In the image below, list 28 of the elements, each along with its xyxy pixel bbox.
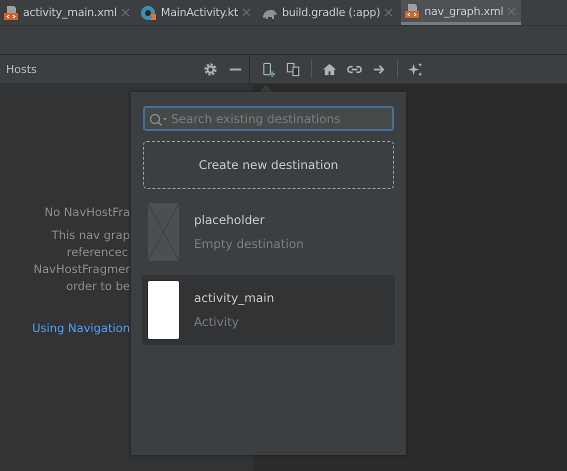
destination-type: Empty destination xyxy=(194,237,304,251)
editor-tab[interactable]: MainActivity.kt xyxy=(138,0,256,25)
empty-message: NavHostFragmer xyxy=(34,261,130,278)
sparkle-icon[interactable] xyxy=(408,62,423,76)
editor-tab[interactable]: activity_main.xml xyxy=(0,0,135,25)
destination-name: placeholder xyxy=(194,213,266,227)
destination-item[interactable]: activity_main Activity xyxy=(142,275,395,345)
empty-message: order to be xyxy=(66,278,130,295)
editor-tab[interactable]: nav_graph.xml xyxy=(401,0,522,25)
editor-tab[interactable]: build.gradle (:app) xyxy=(258,0,398,25)
copy-icon[interactable] xyxy=(286,62,301,76)
empty-message: This nav grap xyxy=(52,227,130,244)
empty-message: referencec xyxy=(66,244,128,261)
screen-thumbnail xyxy=(148,281,179,339)
destination-item[interactable]: placeholder Empty destination xyxy=(142,197,395,267)
kotlin-class-icon xyxy=(140,4,157,20)
search-icon xyxy=(149,113,169,127)
xml-file-icon xyxy=(3,4,19,20)
empty-title: No NavHostFra xyxy=(44,205,130,219)
add-screen-icon[interactable] xyxy=(261,62,276,76)
create-destination-button[interactable]: Create new destination xyxy=(143,141,394,189)
xml-file-icon xyxy=(404,3,420,19)
help-link[interactable]: Using Navigation xyxy=(32,321,130,335)
panel-title: Hosts xyxy=(6,62,37,76)
destination-type: Activity xyxy=(194,315,240,329)
home-icon[interactable] xyxy=(322,62,337,76)
destination-name: activity_main xyxy=(194,291,274,305)
settings-icon[interactable] xyxy=(203,62,218,76)
